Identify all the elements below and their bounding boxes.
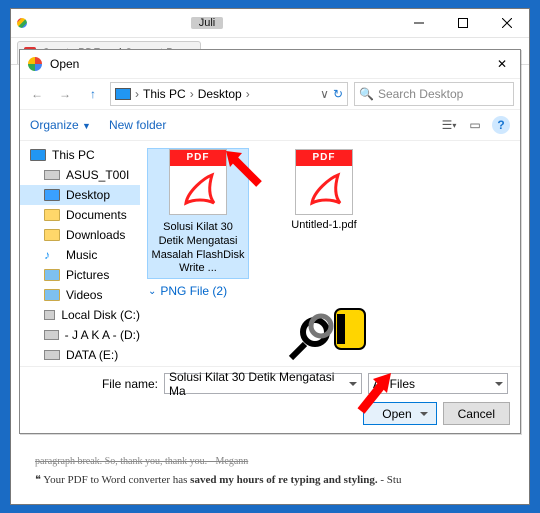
- chrome-icon: [11, 18, 191, 28]
- organize-menu[interactable]: Organize ▼: [30, 118, 91, 132]
- file-item[interactable]: Untitled-1.pdf: [274, 149, 374, 278]
- new-folder-button[interactable]: New folder: [109, 118, 166, 132]
- open-button[interactable]: Open: [363, 402, 436, 425]
- breadcrumb-segment[interactable]: Desktop›: [198, 87, 250, 101]
- view-options-button[interactable]: ☰▾: [440, 116, 458, 134]
- close-button[interactable]: [485, 9, 529, 37]
- tree-item[interactable]: Videos: [20, 285, 140, 305]
- tree-item-this-pc[interactable]: This PC: [20, 145, 140, 165]
- tree-item-desktop[interactable]: Desktop: [20, 185, 140, 205]
- tree-item[interactable]: Pictures: [20, 265, 140, 285]
- file-item[interactable]: Solusi Kilat 30 Detik Mengatasi Masalah …: [148, 149, 248, 278]
- preview-pane-button[interactable]: ▭: [466, 116, 484, 134]
- minimize-button[interactable]: [397, 9, 441, 37]
- breadcrumb-segment[interactable]: This PC›: [143, 87, 194, 101]
- pdf-icon: [169, 149, 227, 215]
- chrome-titlebar: Juli: [11, 9, 529, 38]
- tree-item[interactable]: ASUS_T00I: [20, 165, 140, 185]
- tree-item[interactable]: DATA (E:): [20, 345, 140, 365]
- pdf-icon: [295, 149, 353, 215]
- tree-item[interactable]: Local Disk (C:): [20, 305, 140, 325]
- refresh-icon[interactable]: ↻: [333, 87, 343, 101]
- titlebar-center-label: Juli: [191, 17, 224, 29]
- help-button[interactable]: ?: [492, 116, 510, 134]
- group-header[interactable]: ⌄PNG File (2): [148, 284, 512, 298]
- png-thumbnail[interactable]: [285, 304, 375, 364]
- search-icon: 🔍: [359, 87, 374, 101]
- file-type-filter[interactable]: All Files: [368, 373, 508, 394]
- nav-up-button[interactable]: ↑: [82, 83, 104, 105]
- nav-forward-button: →: [54, 83, 76, 105]
- maximize-button[interactable]: [441, 9, 485, 37]
- file-name: Solusi Kilat 30 Detik Mengatasi Masalah …: [148, 219, 248, 278]
- file-name-input[interactable]: Solusi Kilat 30 Detik Mengatasi Ma: [164, 373, 362, 394]
- breadcrumb-bar[interactable]: › This PC› Desktop› ∨ ↻: [110, 82, 348, 106]
- dialog-title: Open: [50, 57, 492, 71]
- background-page-text: paragraph break. So, thank you, thank yo…: [35, 456, 505, 486]
- file-list[interactable]: Solusi Kilat 30 Detik Mengatasi Masalah …: [140, 141, 520, 366]
- pc-icon: [115, 88, 131, 100]
- search-placeholder: Search Desktop: [378, 87, 463, 101]
- nav-tree[interactable]: This PC ASUS_T00I Desktop Documents Down…: [20, 141, 140, 366]
- open-file-dialog: Open ✕ ← → ↑ › This PC› Desktop› ∨ ↻ 🔍 S…: [19, 49, 521, 434]
- dialog-close-button[interactable]: ✕: [492, 57, 512, 71]
- file-name-label: File name:: [100, 377, 158, 391]
- dialog-icon: [28, 57, 42, 71]
- file-name: Untitled-1.pdf: [274, 219, 374, 233]
- search-input[interactable]: 🔍 Search Desktop: [354, 82, 514, 106]
- nav-back-button[interactable]: ←: [26, 83, 48, 105]
- tree-item[interactable]: Documents: [20, 205, 140, 225]
- cancel-button[interactable]: Cancel: [443, 402, 510, 425]
- tree-item[interactable]: Downloads: [20, 225, 140, 245]
- tree-item[interactable]: ♪Music: [20, 245, 140, 265]
- tree-item[interactable]: - J A K A - (D:): [20, 325, 140, 345]
